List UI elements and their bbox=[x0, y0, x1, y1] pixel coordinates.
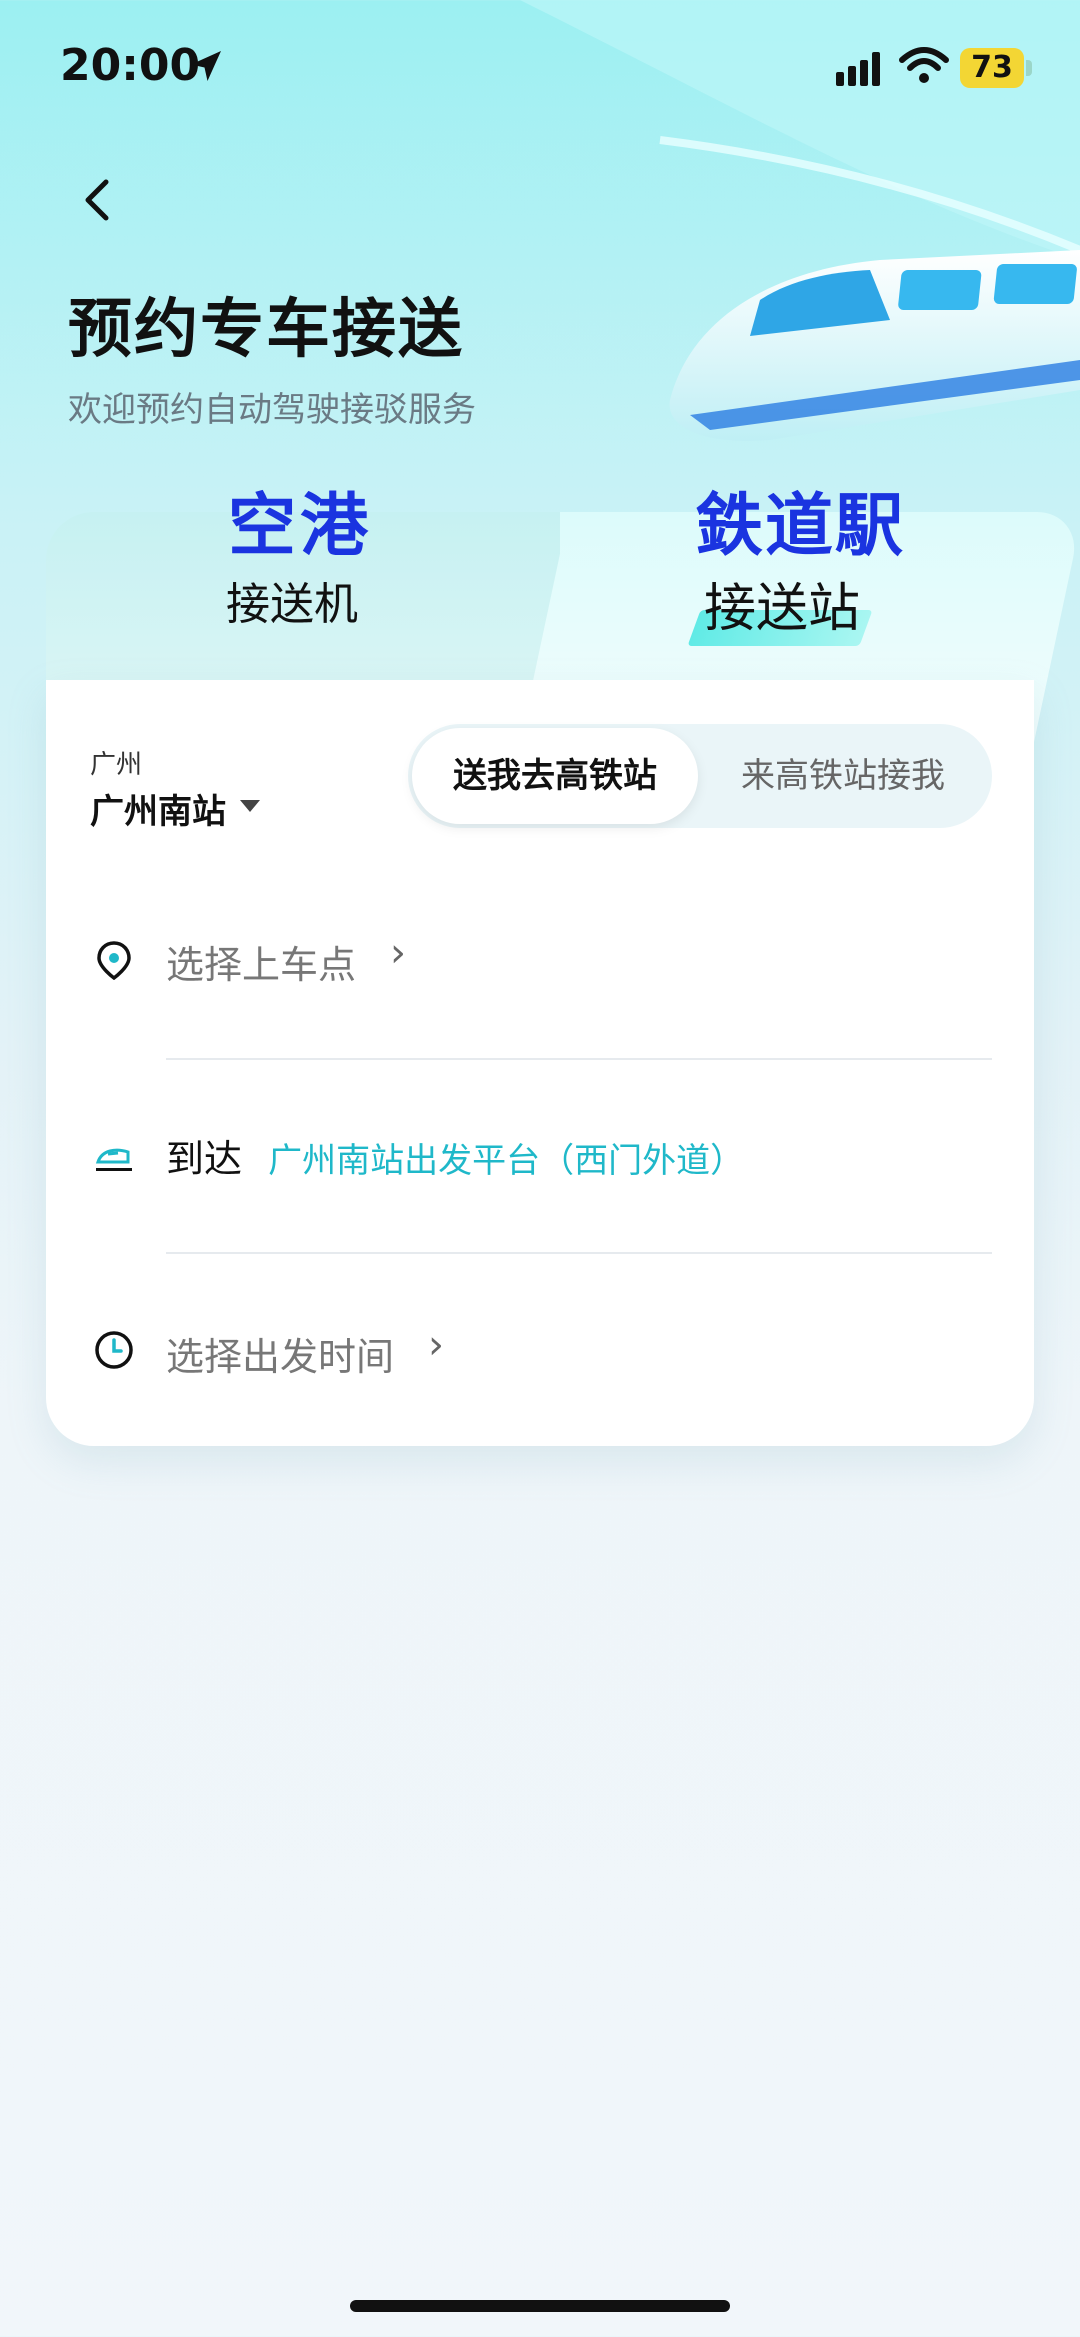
tab-rail-label[interactable]: 接送站 bbox=[704, 566, 860, 641]
page-subtitle: 欢迎预约自动驾驶接驳服务 bbox=[68, 390, 476, 430]
location-pin-icon bbox=[97, 941, 131, 980]
divider bbox=[166, 1252, 992, 1254]
toggle-from-station[interactable]: 来高铁站接我 bbox=[698, 728, 988, 824]
toggle-to-station[interactable]: 送我去高铁站 bbox=[412, 728, 698, 824]
tab-airport-title[interactable]: 空港 bbox=[228, 470, 372, 569]
tab-rail-title[interactable]: 鉄道駅 bbox=[695, 470, 905, 569]
chevron-right-icon[interactable]: › bbox=[428, 1322, 444, 1368]
battery-tip bbox=[1026, 60, 1032, 76]
chevron-right-icon[interactable]: › bbox=[390, 930, 406, 976]
destination-label: 广州南站出发平台（西门外道） bbox=[268, 1141, 745, 1181]
caret-down-icon[interactable] bbox=[240, 800, 260, 812]
back-arrow-icon[interactable] bbox=[70, 170, 130, 230]
train-icon bbox=[95, 1148, 132, 1171]
home-indicator bbox=[350, 2300, 730, 2312]
station-selector[interactable]: 广州南站 bbox=[90, 784, 226, 833]
pickup-point-selector[interactable]: 选择上车点 bbox=[166, 934, 356, 989]
cellular-signal-icon bbox=[836, 52, 880, 86]
clock-icon bbox=[95, 1331, 133, 1369]
divider bbox=[166, 1058, 992, 1060]
wifi-icon bbox=[899, 47, 949, 83]
location-arrow-icon bbox=[191, 51, 221, 81]
page-title: 预约专车接送 bbox=[68, 293, 464, 367]
arrive-prefix: 到达 bbox=[166, 1137, 243, 1181]
tab-airport-label[interactable]: 接送机 bbox=[226, 568, 358, 632]
departure-time-selector[interactable]: 选择出发时间 bbox=[166, 1326, 394, 1381]
status-time: 20:00 bbox=[60, 40, 201, 91]
battery-indicator: 73 bbox=[960, 48, 1024, 88]
train-illustration bbox=[669, 250, 1080, 441]
city-label: 广州 bbox=[90, 750, 143, 780]
